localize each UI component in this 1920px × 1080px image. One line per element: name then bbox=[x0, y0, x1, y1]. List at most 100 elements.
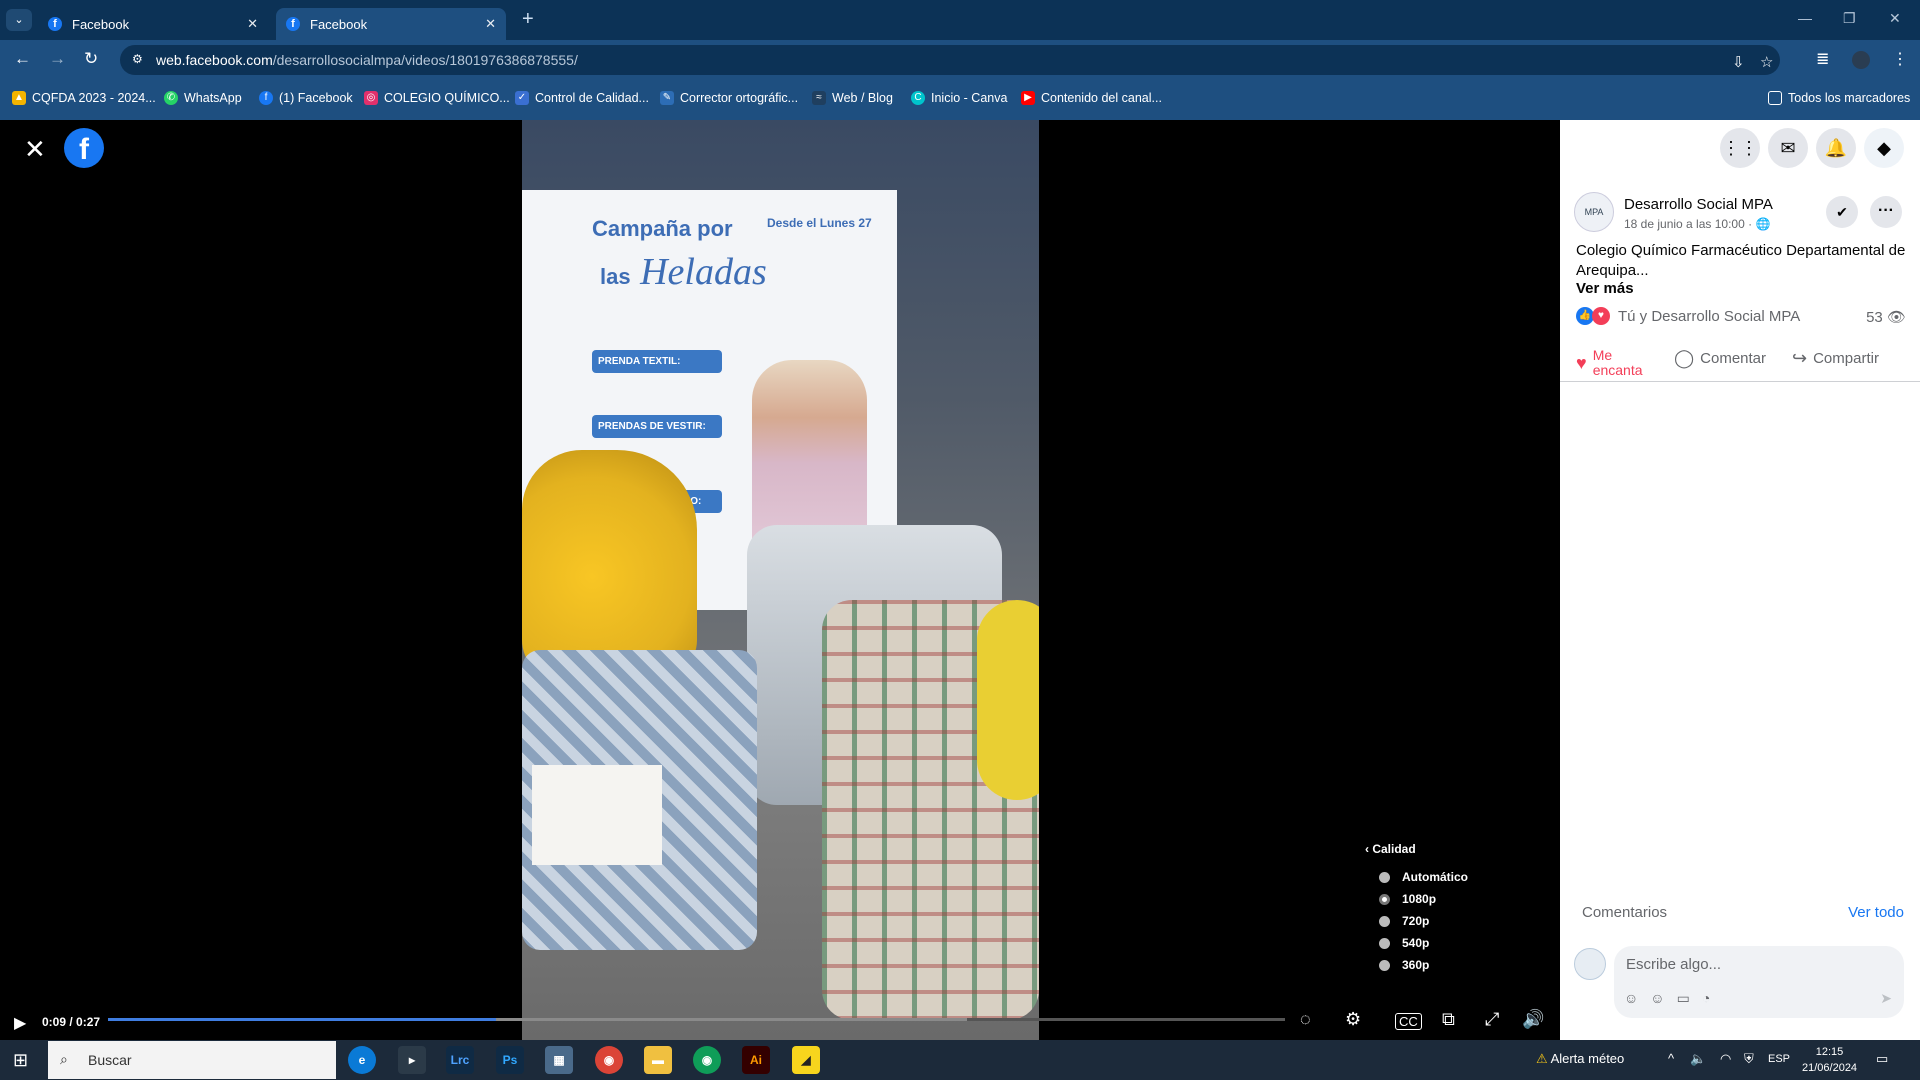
see-all-comments-link[interactable]: Ver todo bbox=[1848, 904, 1904, 921]
illustrator-icon[interactable]: Ai bbox=[742, 1046, 770, 1074]
all-bookmarks-folder[interactable]: Todos los marcadores bbox=[1768, 91, 1910, 105]
post-date[interactable]: 18 de junio a las 10:00 · 🌐 bbox=[1624, 217, 1770, 231]
file-explorer-icon[interactable]: ▬ bbox=[644, 1046, 672, 1074]
bookmark-whatsapp[interactable]: ✆ WhatsApp bbox=[164, 91, 242, 105]
settings-gear-icon[interactable]: ⚙ bbox=[1345, 1009, 1361, 1030]
bookmark-control-calidad[interactable]: ✓ Control de Calidad... bbox=[515, 91, 649, 105]
profile-avatar[interactable] bbox=[1852, 51, 1870, 69]
quality-option-720p[interactable]: 720p bbox=[1365, 910, 1468, 932]
save-post-icon[interactable]: ✔ bbox=[1826, 196, 1858, 228]
bookmark-youtube[interactable]: ▶ Contenido del canal... bbox=[1021, 91, 1162, 105]
more-options-icon[interactable]: ··· bbox=[1870, 196, 1902, 228]
media-controls-icon[interactable]: ≣ bbox=[1816, 49, 1829, 69]
window-close-button[interactable]: ✕ bbox=[1889, 10, 1901, 27]
app-icon[interactable]: ▸ bbox=[398, 1046, 426, 1074]
radio-icon bbox=[1379, 937, 1390, 949]
volume-icon[interactable]: 🔊 bbox=[1522, 1009, 1544, 1030]
warning-icon: ⚠ bbox=[1536, 1051, 1548, 1066]
buffered-bar bbox=[496, 1018, 968, 1021]
notifications-icon[interactable]: ▭ bbox=[1876, 1051, 1888, 1067]
account-avatar[interactable]: ◆ bbox=[1864, 128, 1904, 168]
emoji-icon[interactable]: ☺ bbox=[1650, 990, 1676, 1006]
my-avatar bbox=[1574, 948, 1606, 980]
sticker-icon[interactable]: ◔ bbox=[1702, 990, 1722, 1006]
gif-icon[interactable]: ▭ bbox=[1677, 990, 1702, 1006]
page-avatar[interactable]: MPA bbox=[1574, 192, 1614, 232]
whatsapp-icon: ✆ bbox=[164, 91, 178, 105]
see-more-link[interactable]: Ver más bbox=[1576, 280, 1634, 297]
quality-option-540p[interactable]: 540p bbox=[1365, 932, 1468, 954]
radio-icon bbox=[1379, 959, 1390, 971]
comment-placeholder: Escribe algo... bbox=[1626, 956, 1722, 973]
browser-menu-icon[interactable]: ⋮ bbox=[1892, 49, 1908, 69]
new-tab-button[interactable]: + bbox=[522, 8, 534, 31]
chrome-icon[interactable]: ◉ bbox=[595, 1046, 623, 1074]
sticky-notes-icon[interactable]: ◢ bbox=[792, 1046, 820, 1074]
captions-bubble-icon[interactable]: ◌ bbox=[1300, 1009, 1311, 1030]
tab-facebook-2[interactable]: f Facebook ✕ bbox=[276, 8, 506, 40]
comment-button[interactable]: ◯ Comentar bbox=[1674, 348, 1766, 369]
menu-grid-icon[interactable]: ⋮⋮ bbox=[1720, 128, 1760, 168]
bookmark-star-icon[interactable]: ☆ bbox=[1760, 53, 1773, 71]
bookmark-web-blog[interactable]: ≈ Web / Blog bbox=[812, 91, 893, 105]
photoshop-icon[interactable]: Ps bbox=[496, 1046, 524, 1074]
cc-icon[interactable]: CC bbox=[1395, 1013, 1422, 1030]
forward-button[interactable]: → bbox=[49, 49, 66, 69]
tab-close-icon[interactable]: ✕ bbox=[485, 16, 496, 32]
picture-in-picture-icon[interactable]: ⧉ bbox=[1442, 1009, 1455, 1030]
corrector-icon: ✎ bbox=[660, 91, 674, 105]
page-name[interactable]: Desarrollo Social MPA bbox=[1624, 196, 1773, 213]
reload-button[interactable]: ↻ bbox=[84, 49, 98, 69]
search-icon: ⌕ bbox=[60, 1051, 68, 1067]
tab-close-icon[interactable]: ✕ bbox=[247, 16, 258, 32]
comment-input[interactable]: Escribe algo... ☺☺▭◔ ➤ bbox=[1614, 946, 1904, 1018]
speaker-icon[interactable]: 🔈 bbox=[1690, 1051, 1706, 1067]
system-clock[interactable]: 12:15 21/06/2024 bbox=[1802, 1044, 1857, 1076]
restore-button[interactable]: ❐ bbox=[1843, 10, 1856, 27]
send-icon[interactable]: ➤ bbox=[1880, 990, 1892, 1007]
site-info-icon[interactable]: ⚙ bbox=[132, 52, 143, 66]
taskbar-search[interactable]: ⌕ Buscar bbox=[48, 1041, 336, 1079]
vpn-icon[interactable]: ⛨ bbox=[1744, 1051, 1754, 1067]
quality-option-1080p[interactable]: 1080p bbox=[1365, 888, 1468, 910]
quality-option-auto[interactable]: Automático bbox=[1365, 866, 1468, 888]
quality-option-360p[interactable]: 360p bbox=[1365, 954, 1468, 976]
language-indicator[interactable]: ESP bbox=[1768, 1053, 1790, 1065]
close-viewer-icon[interactable]: ✕ bbox=[24, 134, 46, 165]
radio-selected-icon bbox=[1379, 893, 1390, 905]
messenger-icon[interactable]: ✉ bbox=[1768, 128, 1808, 168]
calculator-icon[interactable]: ▦ bbox=[545, 1046, 573, 1074]
avatar-sticker-icon[interactable]: ☺ bbox=[1624, 990, 1650, 1006]
edge-icon[interactable]: e bbox=[348, 1046, 376, 1074]
windows-start-icon[interactable]: ⊞ bbox=[13, 1050, 28, 1071]
facebook-logo-icon[interactable]: f bbox=[64, 128, 104, 168]
bookmark-corrector[interactable]: ✎ Corrector ortográfic... bbox=[660, 91, 798, 105]
play-icon[interactable]: ▶ bbox=[14, 1013, 26, 1033]
quality-back-button[interactable]: ‹ Calidad bbox=[1365, 842, 1468, 856]
tray-expand-icon[interactable]: ^ bbox=[1668, 1051, 1674, 1066]
tab-facebook-1[interactable]: f Facebook ✕ bbox=[38, 8, 268, 40]
share-button[interactable]: ↪ Compartir bbox=[1792, 348, 1879, 369]
install-app-icon[interactable]: ⇩ bbox=[1732, 53, 1745, 71]
post-actions: ♥ Me encanta ◯ Comentar ↪ Compartir bbox=[1560, 342, 1920, 382]
weather-alert[interactable]: ⚠ Alerta méteo bbox=[1536, 1051, 1624, 1067]
bookmark-colegio[interactable]: ◎ COLEGIO QUÍMICO... bbox=[364, 91, 510, 105]
bookmark-cqfda[interactable]: ▲ CQFDA 2023 - 2024... bbox=[12, 91, 156, 105]
reactions-summary[interactable]: 👍 ♥ Tú y Desarrollo Social MPA bbox=[1576, 307, 1800, 325]
video-viewer: ✕ f Campaña por las Heladas Desde el Lun… bbox=[0, 120, 1560, 1040]
minimize-button[interactable]: — bbox=[1798, 10, 1812, 26]
chrome-profile-icon[interactable]: ◉ bbox=[693, 1046, 721, 1074]
wifi-icon[interactable]: ◠ bbox=[1720, 1051, 1731, 1067]
fullscreen-icon[interactable]: ⤢ bbox=[1485, 1009, 1499, 1030]
address-bar[interactable]: ⚙ web.facebook.com/desarrollosocialmpa/v… bbox=[120, 45, 1780, 75]
back-button[interactable]: ← bbox=[14, 49, 31, 69]
post-panel: ⋮⋮ ✉ 🔔 ◆ MPA Desarrollo Social MPA 18 de… bbox=[1560, 120, 1920, 1040]
love-button[interactable]: ♥ Me encanta bbox=[1576, 348, 1651, 378]
tab-search-button[interactable]: ⌄ bbox=[6, 9, 32, 31]
bookmark-canva[interactable]: C Inicio - Canva bbox=[911, 91, 1007, 105]
bookmark-facebook[interactable]: f (1) Facebook bbox=[259, 91, 353, 105]
video-frame[interactable]: Campaña por las Heladas Desde el Lunes 2… bbox=[522, 120, 1039, 1040]
video-progress-bar[interactable] bbox=[108, 1018, 1285, 1021]
lightroom-icon[interactable]: Lrc bbox=[446, 1046, 474, 1074]
notifications-bell-icon[interactable]: 🔔 bbox=[1816, 128, 1856, 168]
